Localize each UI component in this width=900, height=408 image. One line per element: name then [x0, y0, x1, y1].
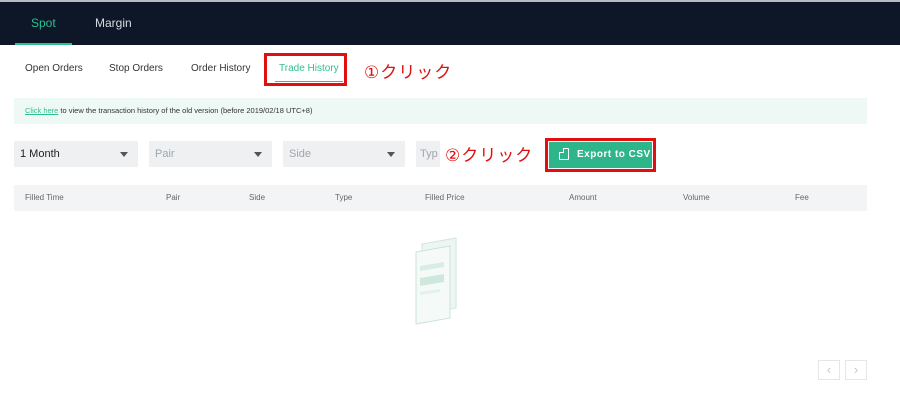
col-side: Side: [249, 193, 266, 202]
pagination-prev-button[interactable]: ‹: [818, 360, 840, 380]
subtab-stop-orders[interactable]: Stop Orders: [109, 52, 163, 86]
pagination-next-button[interactable]: ›: [845, 360, 867, 380]
subtab-order-history[interactable]: Order History: [191, 52, 250, 86]
chevron-down-icon: [387, 152, 395, 157]
period-select-value: 1 Month: [20, 148, 60, 160]
type-select[interactable]: Typ: [416, 141, 440, 167]
tab-spot[interactable]: Spot: [15, 2, 72, 45]
highlight-box-trade-history: [264, 53, 347, 86]
col-filled-price: Filled Price: [425, 193, 465, 202]
annotation-step-1: ①クリック: [364, 63, 453, 83]
notice-text: to view the transaction history of the o…: [58, 106, 313, 115]
pair-select[interactable]: Pair: [149, 141, 272, 167]
tab-margin[interactable]: Margin: [95, 2, 132, 45]
side-select-placeholder: Side: [289, 148, 312, 160]
top-nav-bar: Spot Margin: [0, 0, 900, 45]
trade-table-header: Filled Time Pair Side Type Filled Price …: [14, 185, 867, 211]
empty-document-icon: [415, 237, 457, 325]
side-select[interactable]: Side: [283, 141, 405, 167]
subtab-open-orders[interactable]: Open Orders: [25, 52, 83, 86]
col-fee: Fee: [795, 193, 809, 202]
period-select[interactable]: 1 Month: [14, 141, 138, 167]
pair-select-placeholder: Pair: [155, 148, 175, 160]
col-pair: Pair: [166, 193, 181, 202]
col-filled-time: Filled Time: [25, 193, 64, 202]
col-amount: Amount: [569, 193, 597, 202]
col-volume: Volume: [683, 193, 710, 202]
col-type: Type: [335, 193, 353, 202]
old-version-link[interactable]: Click here: [25, 106, 58, 115]
old-version-notice: Click here to view the transaction histo…: [14, 98, 867, 124]
highlight-box-export: [545, 138, 656, 172]
chevron-down-icon: [120, 152, 128, 157]
chevron-down-icon: [254, 152, 262, 157]
type-select-placeholder: Typ: [420, 148, 438, 160]
annotation-step-2: ②クリック: [445, 146, 534, 166]
